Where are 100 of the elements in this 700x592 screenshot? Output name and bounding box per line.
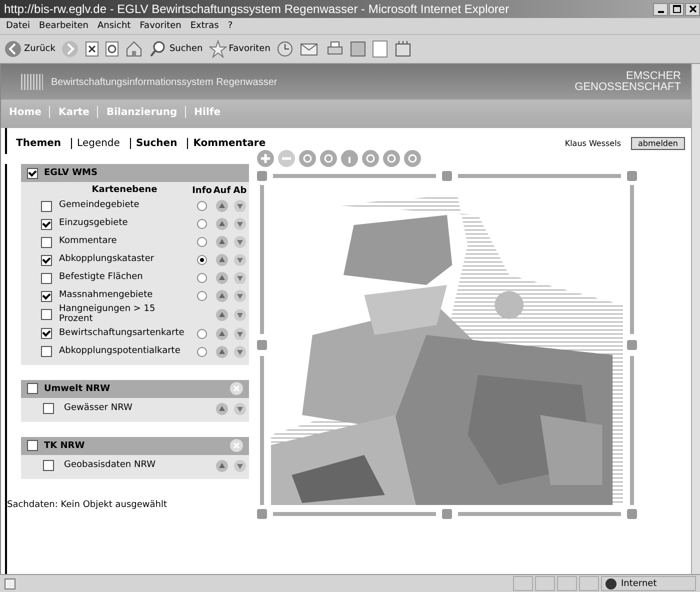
- pan-north-icon[interactable]: [442, 171, 452, 181]
- radio-button[interactable]: [197, 273, 207, 283]
- checkbox[interactable]: [27, 440, 38, 452]
- checkbox[interactable]: [41, 346, 52, 358]
- info-icon[interactable]: [341, 150, 358, 167]
- note-icon[interactable]: [372, 40, 388, 58]
- radio-button[interactable]: [197, 219, 207, 229]
- maximize-icon: [672, 5, 680, 13]
- down-icon[interactable]: [234, 200, 246, 212]
- pan-northwest-icon[interactable]: [257, 171, 267, 181]
- up-icon[interactable]: [216, 308, 228, 321]
- down-icon[interactable]: [234, 290, 246, 302]
- tab[interactable]: Kommentare: [187, 138, 266, 148]
- menu-item[interactable]: Bearbeiten: [39, 21, 88, 31]
- pan-east-icon[interactable]: [627, 340, 637, 350]
- down-icon[interactable]: [234, 460, 246, 472]
- up-icon[interactable]: [216, 272, 228, 284]
- forward-icon[interactable]: [61, 40, 80, 58]
- layer-name: Kommentare: [58, 237, 118, 247]
- checkbox[interactable]: [27, 168, 38, 178]
- home-icon[interactable]: [125, 40, 144, 58]
- up-icon[interactable]: [216, 460, 228, 472]
- checkbox[interactable]: [27, 383, 38, 394]
- column-header: Ab: [232, 186, 248, 196]
- up-icon[interactable]: [216, 200, 228, 212]
- layer-name: Massnahmengebiete: [58, 291, 154, 301]
- favorites-button[interactable]: Favoriten: [208, 40, 270, 58]
- radio-button[interactable]: [197, 291, 207, 301]
- up-icon[interactable]: [216, 290, 228, 302]
- status-pane: [557, 576, 577, 591]
- up-icon[interactable]: [216, 346, 228, 358]
- checkbox[interactable]: [41, 254, 52, 266]
- close-button[interactable]: [685, 2, 700, 16]
- radio-button[interactable]: [197, 255, 207, 265]
- checkbox[interactable]: [43, 403, 54, 414]
- layer-name: Abkopplungskataster: [58, 255, 156, 265]
- radio-button[interactable]: [197, 328, 207, 339]
- close-icon: [688, 5, 696, 13]
- down-icon[interactable]: [234, 328, 246, 340]
- zoom-in-icon[interactable]: [257, 150, 274, 167]
- close-icon[interactable]: [230, 439, 243, 452]
- pan-southwest-icon[interactable]: [257, 509, 267, 519]
- checkbox[interactable]: [41, 236, 52, 248]
- menu-item[interactable]: Ansicht: [97, 21, 131, 31]
- up-icon[interactable]: [216, 328, 228, 340]
- up-icon[interactable]: [216, 218, 228, 230]
- checkbox[interactable]: [41, 218, 52, 230]
- minimize-button[interactable]: [653, 2, 668, 16]
- down-icon[interactable]: [234, 254, 246, 266]
- scrollbar[interactable]: [691, 64, 700, 574]
- down-icon[interactable]: [234, 272, 246, 284]
- tab[interactable]: Themen: [11, 138, 62, 148]
- up-icon[interactable]: [216, 402, 228, 415]
- pan-southeast-icon[interactable]: [627, 509, 637, 519]
- radio-button[interactable]: [197, 201, 207, 211]
- checkbox[interactable]: [41, 328, 52, 340]
- checkbox[interactable]: [41, 309, 52, 320]
- tab[interactable]: Legende: [71, 138, 120, 148]
- status-pane: [535, 576, 555, 591]
- mail-icon[interactable]: [300, 41, 320, 57]
- column-header: Info: [191, 186, 213, 196]
- layer-name: Befestigte Flächen: [58, 273, 144, 283]
- maximize-button[interactable]: [669, 2, 684, 16]
- checkbox[interactable]: [41, 272, 52, 284]
- up-icon[interactable]: [216, 236, 228, 248]
- menu-item[interactable]: Datei: [6, 21, 30, 31]
- tab[interactable]: Suchen: [130, 138, 178, 148]
- layer-name: Gewässer NRW: [63, 404, 134, 414]
- status-pane: [579, 576, 599, 591]
- logout-button[interactable]: abmelden: [631, 136, 685, 150]
- menu-item[interactable]: Favoriten: [140, 21, 182, 31]
- up-icon[interactable]: [216, 254, 228, 266]
- layer-name: Gemeindegebiete: [58, 201, 140, 211]
- back-button[interactable]: Zurück: [4, 40, 56, 58]
- checkbox[interactable]: [41, 200, 52, 212]
- pan-northeast-icon[interactable]: [627, 171, 637, 181]
- menu-item[interactable]: Extras: [190, 21, 219, 31]
- radio-button[interactable]: [197, 237, 207, 247]
- down-icon[interactable]: [234, 346, 246, 358]
- close-icon[interactable]: [230, 382, 243, 396]
- history-icon[interactable]: [276, 40, 294, 58]
- pan-west-icon[interactable]: [257, 340, 267, 350]
- info-text: Sachdaten: Kein Objekt ausgewählt: [7, 498, 168, 510]
- down-icon[interactable]: [234, 308, 246, 321]
- down-icon[interactable]: [234, 402, 246, 415]
- down-icon[interactable]: [234, 218, 246, 230]
- down-icon[interactable]: [234, 236, 246, 248]
- star-icon: [208, 40, 227, 58]
- radio-button[interactable]: [197, 346, 207, 357]
- column-header: Kartenebene: [90, 186, 158, 196]
- page-icon: [4, 578, 16, 590]
- layer-name: Abkopplungspotentialkarte: [58, 346, 182, 357]
- checkbox[interactable]: [43, 460, 54, 472]
- group-title: TK NRW: [44, 440, 85, 451]
- search-button[interactable]: Suchen: [149, 40, 203, 58]
- stop-icon[interactable]: [85, 41, 100, 57]
- checkbox[interactable]: [41, 290, 52, 302]
- layer-name: Bewirtschaftungsartenkarte: [58, 328, 186, 339]
- pan-south-icon[interactable]: [442, 509, 452, 519]
- menu-item[interactable]: ?: [228, 21, 233, 31]
